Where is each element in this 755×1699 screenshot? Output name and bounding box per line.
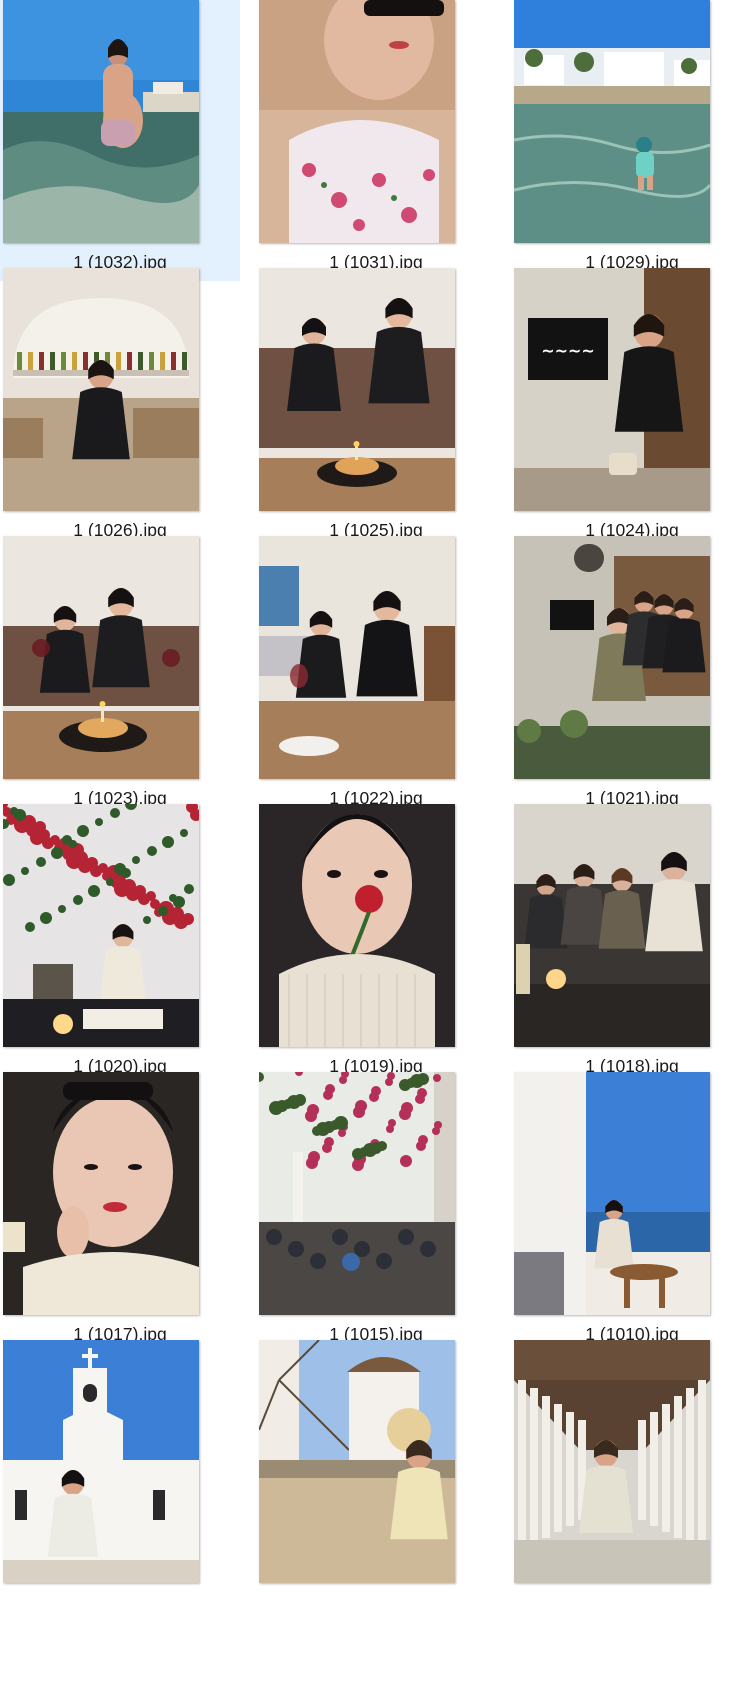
file-item[interactable]: ~~~~ 1 (1024).jpg	[512, 268, 752, 549]
file-thumbnail[interactable]	[514, 1340, 710, 1583]
file-thumbnail[interactable]	[259, 0, 455, 243]
file-thumbnail[interactable]	[514, 804, 710, 1047]
file-thumbnail[interactable]	[3, 804, 199, 1047]
file-thumbnail[interactable]	[3, 536, 199, 779]
file-item[interactable]: 1 (1029).jpg	[512, 0, 752, 281]
file-thumbnail[interactable]	[3, 1340, 199, 1583]
file-item[interactable]: 1 (1010).jpg	[512, 1072, 752, 1353]
file-item[interactable]: 1 (1017).jpg	[0, 1072, 240, 1353]
file-thumbnail[interactable]	[259, 804, 455, 1047]
file-item[interactable]: 1 (1022).jpg	[256, 536, 496, 817]
svg-text:~~~~: ~~~~	[541, 341, 595, 360]
file-thumbnail[interactable]	[259, 1340, 455, 1583]
file-item[interactable]: 1 (1025).jpg	[256, 268, 496, 549]
file-thumbnail[interactable]	[3, 0, 199, 243]
file-thumbnail[interactable]	[3, 268, 199, 511]
file-thumbnail[interactable]	[514, 0, 710, 243]
file-thumbnail[interactable]: ~~~~	[514, 268, 710, 511]
file-thumbnail[interactable]	[259, 268, 455, 511]
file-item[interactable]: 1 (1015).jpg	[256, 1072, 496, 1353]
file-item[interactable]	[0, 1340, 240, 1621]
file-item[interactable]: 1 (1018).jpg	[512, 804, 752, 1085]
file-grid: 1 (1032).jpg 1 (1031).jpg 1 (1029).jpg 1…	[0, 0, 755, 1699]
file-thumbnail[interactable]	[3, 1072, 199, 1315]
file-thumbnail[interactable]	[514, 536, 710, 779]
file-item[interactable]: 1 (1019).jpg	[256, 804, 496, 1085]
file-item[interactable]: 1 (1032).jpg	[0, 0, 240, 281]
file-thumbnail[interactable]	[259, 1072, 455, 1315]
file-item[interactable]: 1 (1023).jpg	[0, 536, 240, 817]
file-thumbnail[interactable]	[259, 536, 455, 779]
file-item[interactable]	[512, 1340, 752, 1621]
file-item[interactable]: 1 (1020).jpg	[0, 804, 240, 1085]
file-item[interactable]	[256, 1340, 496, 1621]
file-thumbnail[interactable]	[514, 1072, 710, 1315]
file-item[interactable]: 1 (1031).jpg	[256, 0, 496, 281]
file-item[interactable]: 1 (1026).jpg	[0, 268, 240, 549]
file-item[interactable]: 1 (1021).jpg	[512, 536, 752, 817]
